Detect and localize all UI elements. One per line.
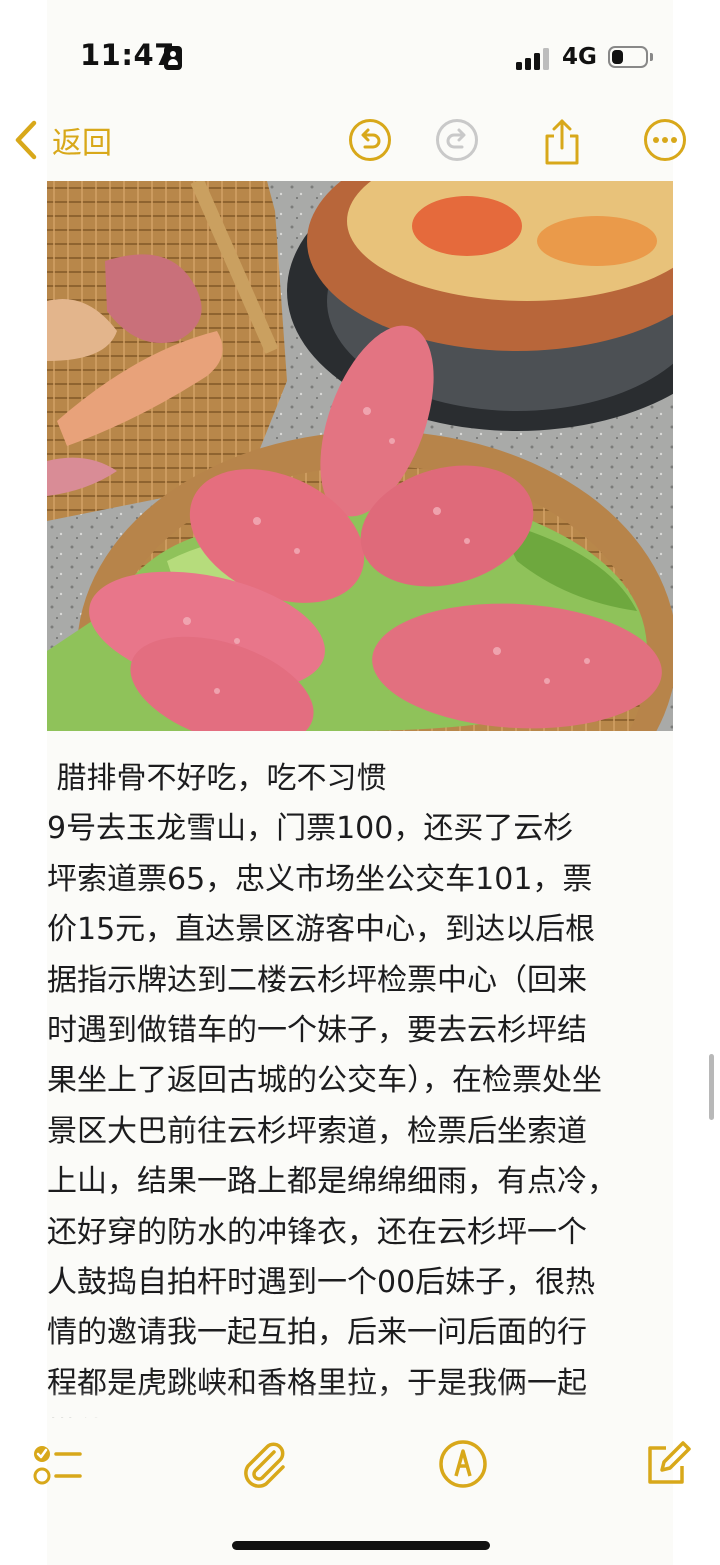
more-icon (644, 119, 686, 161)
more-options-button[interactable] (643, 118, 687, 162)
markup-button[interactable] (437, 1438, 489, 1490)
battery-icon (608, 46, 648, 68)
focus-contact-icon (164, 46, 182, 70)
network-type: 4G (562, 44, 597, 70)
text-fade-overlay (47, 1388, 673, 1424)
share-button[interactable] (540, 118, 584, 165)
cellular-signal-icon (516, 48, 552, 70)
attachment-button[interactable] (238, 1438, 290, 1490)
note-line: 上山，结果一路上都是绵绵细雨，有点冷， (47, 1164, 617, 1200)
note-line: 时遇到做错车的一个妹子，要去云杉坪结 (47, 1013, 587, 1049)
note-line: 还好穿的防水的冲锋衣，还在云杉坪一个 (47, 1214, 587, 1250)
paperclip-icon (244, 1442, 285, 1488)
share-icon (545, 119, 579, 165)
undo-icon (349, 119, 391, 161)
note-line: 价15元，直达景区游客中心，到达以后根 (47, 912, 596, 948)
notes-nav-bar: 返回 (0, 108, 720, 172)
compose-icon (648, 1441, 691, 1484)
bottom-toolbar (0, 1424, 720, 1504)
note-line: 人鼓捣自拍杆时遇到一个00后妹子，很热 (47, 1265, 596, 1301)
note-line: 景区大巴前往云杉坪索道，检票后坐索道 (47, 1113, 587, 1149)
checklist-icon (33, 1446, 82, 1485)
vertical-scrollbar[interactable] (709, 1054, 714, 1120)
status-bar: 11:47 4G (0, 0, 720, 110)
markup-pen-icon (439, 1440, 487, 1488)
redo-icon (436, 119, 478, 161)
note-line: 9号去玉龙雪山，门票100，还买了云杉 (47, 811, 574, 847)
note-line: 果坐上了返回古城的公交车），在检票处坐 (47, 1063, 602, 1099)
back-button[interactable]: 返回 (14, 112, 112, 168)
back-label: 返回 (52, 126, 112, 161)
hotpot-sausage-photo (47, 181, 673, 731)
chevron-left-icon (15, 120, 37, 160)
redo-button[interactable] (435, 118, 479, 162)
note-line: 坪索道票65，忠义市场坐公交车101，票 (47, 861, 593, 897)
undo-button[interactable] (348, 118, 392, 162)
status-time: 11:47 (80, 38, 175, 72)
note-line: 腊排骨不好吃，吃不习惯 (47, 761, 387, 796)
note-line: 情的邀请我一起互拍，后来一问后面的行 (47, 1315, 587, 1351)
note-photo-attachment[interactable] (47, 181, 673, 731)
compose-new-note-button[interactable] (640, 1438, 692, 1490)
home-indicator (232, 1541, 490, 1550)
checklist-button[interactable] (30, 1438, 82, 1490)
battery-cap (650, 53, 653, 61)
note-line: 据指示牌达到二楼云杉坪检票中心（回来 (47, 962, 587, 998)
note-body[interactable]: 腊排骨不好吃，吃不习惯 9号去玉龙雪山，门票100，还买了云杉 坪索道票65，忠义市… (47, 754, 673, 1418)
